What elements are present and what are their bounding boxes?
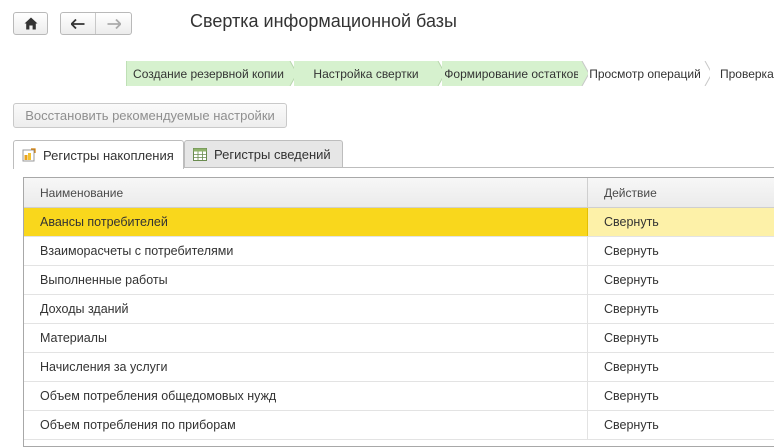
- step-balances[interactable]: Формирование остатков: [442, 61, 582, 86]
- row-name-cell[interactable]: Материалы: [24, 324, 588, 352]
- info-register-icon: [193, 148, 207, 161]
- step-check[interactable]: Проверка: [710, 61, 774, 86]
- forward-button[interactable]: [96, 13, 131, 34]
- registers-table: Наименование Действие Авансы потребителе…: [23, 177, 774, 447]
- row-name-cell[interactable]: Выполненные работы: [24, 266, 588, 294]
- row-name-cell[interactable]: Авансы потребителей: [24, 208, 588, 236]
- table-row[interactable]: Объем потребления общедомовых нужд Сверн…: [24, 382, 774, 411]
- row-action-cell[interactable]: Свернуть: [588, 208, 774, 236]
- page-title: Свертка информационной базы: [190, 11, 457, 31]
- row-name-cell[interactable]: Взаиморасчеты с потребителями: [24, 237, 588, 265]
- table-header: Наименование Действие: [24, 178, 774, 208]
- step-label: Просмотр операций: [589, 66, 701, 81]
- row-name-cell[interactable]: Объем потребления по приборам: [24, 411, 588, 439]
- step-label: Настройка свертки: [313, 66, 419, 81]
- row-name-cell[interactable]: Объем потребления общедомовых нужд: [24, 382, 588, 410]
- row-action-cell[interactable]: Свернуть: [588, 382, 774, 410]
- row-action-cell[interactable]: Свернуть: [588, 324, 774, 352]
- home-icon: [24, 17, 38, 30]
- step-backup[interactable]: Создание резервной копии: [126, 61, 290, 86]
- tab-info-registers[interactable]: Регистры сведений: [184, 140, 343, 168]
- tab-label: Регистры накопления: [43, 147, 174, 163]
- table-row[interactable]: Взаиморасчеты с потребителями Свернуть: [24, 237, 774, 266]
- back-button[interactable]: [61, 13, 96, 34]
- table-row[interactable]: Авансы потребителей Свернуть: [24, 208, 774, 237]
- column-header-name[interactable]: Наименование: [24, 178, 588, 207]
- row-action-cell[interactable]: Свернуть: [588, 295, 774, 323]
- table-row[interactable]: Выполненные работы Свернуть: [24, 266, 774, 295]
- accumulation-register-icon: [22, 148, 36, 162]
- tab-label: Регистры сведений: [214, 147, 331, 162]
- restore-defaults-button[interactable]: Восстановить рекомендуемые настройки: [13, 103, 287, 128]
- table-row[interactable]: Начисления за услуги Свернуть: [24, 353, 774, 382]
- row-name-cell[interactable]: Доходы зданий: [24, 295, 588, 323]
- row-action-cell[interactable]: Свернуть: [588, 266, 774, 294]
- table-row[interactable]: Материалы Свернуть: [24, 324, 774, 353]
- history-nav: [60, 12, 132, 35]
- arrow-right-icon: [107, 18, 121, 29]
- row-action-cell[interactable]: Свернуть: [588, 411, 774, 439]
- column-header-action[interactable]: Действие: [588, 178, 774, 207]
- row-action-cell[interactable]: Свернуть: [588, 353, 774, 381]
- arrow-left-icon: [71, 18, 85, 29]
- row-name-cell[interactable]: Начисления за услуги: [24, 353, 588, 381]
- step-label: Формирование остатков: [444, 66, 580, 81]
- step-settings[interactable]: Настройка свертки: [294, 61, 438, 86]
- step-label: Проверка: [720, 66, 774, 81]
- step-label: Создание резервной копии: [133, 66, 284, 81]
- tab-accumulation-registers[interactable]: Регистры накопления: [13, 140, 184, 169]
- row-action-cell[interactable]: Свернуть: [588, 237, 774, 265]
- table-row[interactable]: Объем потребления по приборам Свернуть: [24, 411, 774, 440]
- table-row[interactable]: Доходы зданий Свернуть: [24, 295, 774, 324]
- step-operations[interactable]: Просмотр операций: [588, 61, 702, 86]
- home-button[interactable]: [13, 12, 48, 35]
